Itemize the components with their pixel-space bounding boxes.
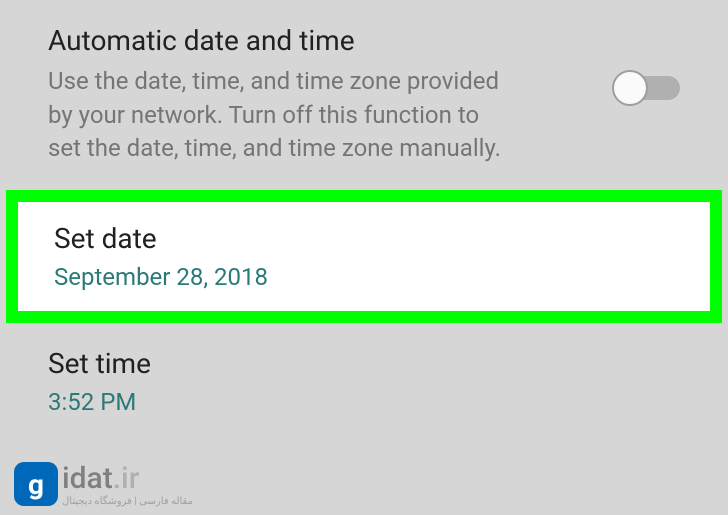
setting-value: September 28, 2018 — [54, 263, 674, 291]
setting-title: Set date — [54, 222, 674, 255]
watermark-brand: idat.ir — [62, 461, 193, 496]
watermark-text: idat.ir مقاله فارسی | فروشگاه دیجیتال — [62, 461, 193, 507]
setting-set-date[interactable]: Set date September 28, 2018 — [18, 202, 710, 311]
setting-title: Automatic date and time — [48, 24, 680, 57]
watermark-tagline: مقاله فارسی | فروشگاه دیجیتال — [62, 496, 193, 507]
watermark-icon-letter: g — [28, 468, 44, 501]
auto-datetime-toggle[interactable] — [612, 70, 680, 106]
toggle-thumb — [612, 70, 648, 106]
setting-value: 3:52 PM — [48, 388, 680, 416]
setting-auto-datetime[interactable]: Automatic date and time Use the date, ti… — [0, 0, 728, 190]
watermark-icon: g — [14, 462, 58, 506]
settings-list: Automatic date and time Use the date, ti… — [0, 0, 728, 440]
highlight-box: Set date September 28, 2018 — [6, 190, 722, 323]
setting-set-time[interactable]: Set time 3:52 PM — [0, 323, 728, 440]
watermark: g idat.ir مقاله فارسی | فروشگاه دیجیتال — [14, 461, 193, 507]
setting-title: Set time — [48, 347, 680, 380]
setting-description: Use the date, time, and time zone provid… — [48, 65, 508, 166]
